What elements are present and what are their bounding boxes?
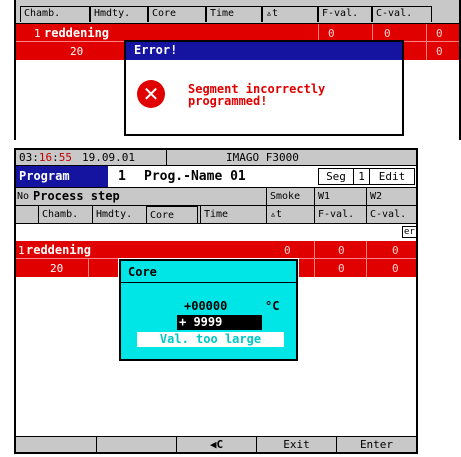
col-process-step: Process step: [33, 189, 120, 203]
exit-key[interactable]: Exit: [256, 437, 336, 452]
function-key-2[interactable]: [96, 437, 176, 452]
back-col-cval: C-val.: [372, 6, 432, 22]
back-col-chamb: Chamb.: [20, 6, 90, 22]
row-name: reddening: [26, 243, 92, 257]
value-too-large-message: Val. too large: [137, 332, 284, 347]
col-fval: F-val.: [314, 206, 366, 224]
back-row-value: 0: [328, 27, 335, 40]
device-name: IMAGO F3000: [226, 151, 299, 164]
segment-number[interactable]: 1: [354, 168, 369, 185]
back-row-name: reddening: [44, 26, 110, 40]
segment-label: Seg: [318, 168, 354, 185]
col-w1: W1: [314, 188, 366, 206]
col-time: Time: [200, 206, 266, 224]
enter-key[interactable]: Enter: [336, 437, 416, 452]
row-value: 0: [392, 244, 399, 257]
column-header-1: No Process step Smoke W1 W2: [16, 188, 416, 206]
col-chamb: Chamb.: [38, 206, 92, 224]
back-row-number: 20: [70, 45, 84, 58]
error-dialog: Error! ✕ Segment incorrectly programmed!: [124, 40, 404, 136]
row-value: 0: [284, 244, 291, 257]
col-cval: C-val.: [366, 206, 416, 224]
background-screen: Chamb. Hmdty. Core Time ▵t F-val. C-val.…: [14, 0, 461, 140]
col-hmdty: Hmdty.: [92, 206, 144, 224]
core-unit: °C: [265, 299, 280, 313]
clock: 03:16:55: [19, 151, 72, 164]
row-number: 20: [50, 262, 64, 275]
core-input-dialog: Core +00000 °C + 9999 Val. too large: [118, 258, 299, 362]
error-message: Segment incorrectly programmed!: [188, 82, 326, 108]
program-editor-screen: 03:16:55 19.09.01 IMAGO F3000 Program 1 …: [14, 148, 418, 454]
date: 19.09.01: [82, 151, 135, 164]
clear-key[interactable]: ◀C: [176, 437, 256, 452]
back-row-value: 0: [384, 27, 391, 40]
back-col-fval: F-val.: [318, 6, 372, 22]
core-current-value: +00000: [184, 299, 228, 313]
function-key-1[interactable]: [16, 437, 96, 452]
col-core[interactable]: Core: [146, 206, 198, 224]
side-tab: er: [402, 226, 416, 238]
col-w2: W2: [366, 188, 416, 206]
program-bar: Program 1 Prog.-Name 01 Seg 1 Edit: [16, 166, 416, 188]
table-row[interactable]: 1 reddening 0 0 0: [16, 241, 416, 258]
function-key-bar: ◀C Exit Enter: [16, 436, 416, 452]
edit-mode-button[interactable]: Edit: [369, 168, 415, 185]
back-column-header: Chamb. Hmdty. Core Time ▵t F-val. C-val.: [16, 0, 459, 24]
back-row-value: 0: [436, 27, 443, 40]
program-number[interactable]: 1: [118, 169, 126, 184]
program-name[interactable]: Prog.-Name 01: [144, 169, 246, 184]
back-row-value: 0: [436, 45, 443, 58]
error-dialog-title: Error!: [126, 42, 402, 60]
back-col-time: Time: [206, 6, 262, 22]
row-number: 1: [18, 244, 25, 257]
col-delta-t: ▵t: [266, 206, 314, 224]
back-col-hmdty: Hmdty.: [90, 6, 148, 22]
error-x-icon: ✕: [137, 80, 165, 108]
back-col-core: Core: [148, 6, 206, 22]
back-row-number: 1: [34, 27, 41, 40]
col-no: No: [17, 191, 30, 202]
row-value: 0: [338, 244, 345, 257]
column-header-2: Chamb. Hmdty. Core Time ▵t F-val. C-val.: [16, 206, 416, 224]
core-dialog-title: Core: [121, 261, 296, 283]
row-value: 0: [338, 262, 345, 275]
back-col-delta-t: ▵t: [262, 6, 318, 22]
row-value: 0: [392, 262, 399, 275]
core-value-input[interactable]: + 9999: [177, 315, 262, 330]
program-label: Program: [16, 166, 108, 187]
status-bar: 03:16:55 19.09.01 IMAGO F3000: [16, 150, 416, 166]
col-smoke: Smoke: [266, 188, 314, 206]
